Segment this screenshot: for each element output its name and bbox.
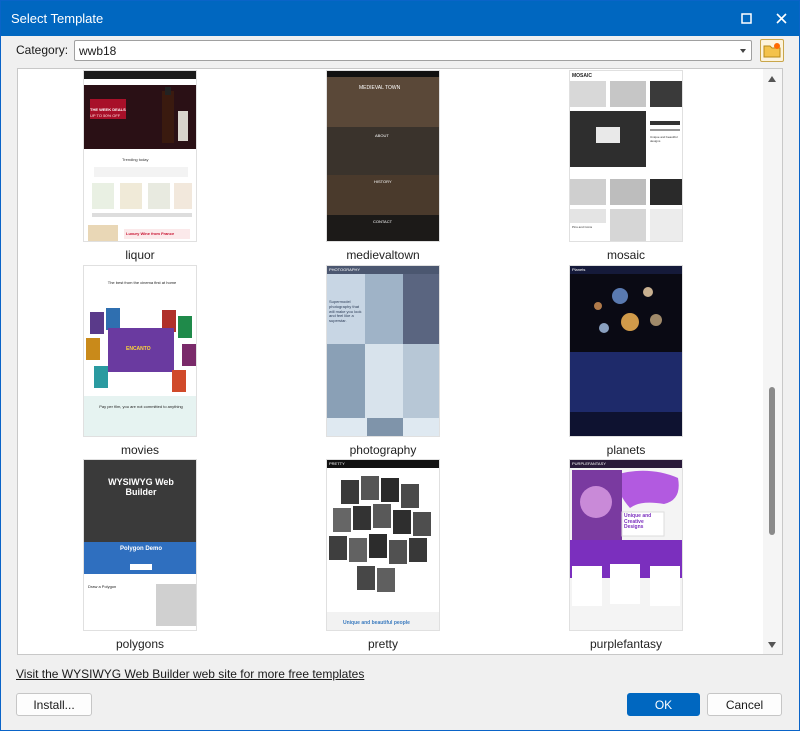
preview-text: THE WEEK DEALS	[90, 107, 126, 112]
template-medievaltown[interactable]: MEDIEVAL TOWN ABOUT HISTORY CONTACT medi…	[293, 70, 473, 265]
preview-text: Trending today	[122, 157, 149, 162]
preview-text: Planets	[572, 267, 586, 272]
template-movies[interactable]: The best from the cinema first at home E…	[50, 265, 230, 460]
preview-text: ABOUT	[375, 133, 389, 138]
purplefantasy-preview	[570, 460, 682, 630]
template-name: photography	[349, 443, 417, 457]
preview-text: MEDIEVAL TOWN	[359, 85, 401, 91]
preview-text: The best from the cinema first at home	[107, 280, 177, 285]
template-thumbnail: PURPLEFANTASY Unique and Creative Design…	[569, 459, 683, 631]
template-thumbnail: THE WEEK DEALS UP TO 50% OFF Trending to…	[83, 70, 197, 242]
preview-text: Luxury Wine from France	[126, 231, 175, 236]
mosaic-preview	[570, 71, 682, 241]
template-purplefantasy[interactable]: PURPLEFANTASY Unique and Creative Design…	[536, 459, 716, 654]
browse-folder-button[interactable]	[760, 39, 784, 62]
template-thumbnail: WYSIWYG Web Builder Polygon Demo Draw a …	[83, 459, 197, 631]
template-planets[interactable]: Planets planets	[536, 265, 716, 460]
title-bar: Select Template	[1, 1, 799, 36]
website-link[interactable]: Visit the WYSIWYG Web Builder web site f…	[16, 667, 364, 681]
template-thumbnail: Planets	[569, 265, 683, 437]
ok-button[interactable]: OK	[627, 693, 700, 716]
template-thumbnail: The best from the cinema first at home E…	[83, 265, 197, 437]
scroll-thumb[interactable]	[769, 387, 775, 535]
close-button[interactable]	[763, 1, 799, 36]
template-thumbnail: MOSAIC Unique and beautiful designs Pins…	[569, 70, 683, 242]
category-value: wwb18	[79, 44, 117, 58]
template-thumbnail: PHOTOGRAPHY Supermodel photography that …	[326, 265, 440, 437]
template-gallery[interactable]: THE WEEK DEALS UP TO 50% OFF Trending to…	[17, 68, 783, 655]
preview-text: Unique and Creative Designs	[624, 513, 652, 530]
medievaltown-preview	[327, 71, 439, 241]
pretty-preview	[327, 460, 439, 630]
template-name: medievaltown	[346, 248, 420, 262]
planets-preview	[570, 266, 682, 436]
vertical-scrollbar[interactable]	[763, 69, 782, 654]
maximize-button[interactable]	[728, 1, 764, 36]
cancel-button[interactable]: Cancel	[707, 693, 782, 716]
close-icon	[775, 13, 787, 24]
scroll-down-icon[interactable]	[768, 642, 776, 648]
preview-text: UP TO 50% OFF	[90, 113, 121, 118]
preview-text: ENCANTO	[126, 346, 151, 352]
preview-text: Supermodel photography that will make yo…	[329, 299, 362, 324]
template-mosaic[interactable]: MOSAIC Unique and beautiful designs Pins…	[536, 70, 716, 265]
window-title: Select Template	[11, 11, 104, 26]
preview-text: PHOTOGRAPHY	[329, 267, 361, 272]
template-thumbnail: PRETTY Unique and beautiful people	[326, 459, 440, 631]
preview-text: Unique and beautiful people	[343, 620, 410, 626]
template-name: liquor	[125, 248, 155, 262]
template-liquor[interactable]: THE WEEK DEALS UP TO 50% OFF Trending to…	[50, 70, 230, 265]
template-name: movies	[120, 443, 159, 457]
template-photography[interactable]: PHOTOGRAPHY Supermodel photography that …	[293, 265, 473, 460]
photography-preview	[327, 266, 439, 436]
preview-text: PRETTY	[329, 461, 345, 466]
chevron-down-icon	[740, 49, 746, 53]
template-name: pretty	[367, 637, 398, 651]
preview-text: WYSIWYG Web Builder	[108, 477, 174, 497]
preview-text: Pay per film, you are not committed to a…	[99, 404, 183, 409]
preview-text: Polygon Demo	[120, 546, 163, 552]
preview-text: HISTORY	[374, 179, 392, 184]
preview-text: Unique and beautiful designs	[650, 135, 678, 143]
template-name: polygons	[115, 637, 165, 651]
preview-text: Pins and Coins	[572, 225, 593, 229]
template-name: mosaic	[606, 248, 645, 262]
maximize-icon	[740, 13, 752, 24]
folder-icon	[763, 43, 781, 58]
preview-text: Draw a Polygon	[88, 584, 117, 589]
template-thumbnail: MEDIEVAL TOWN ABOUT HISTORY CONTACT	[326, 70, 440, 242]
template-name: planets	[606, 443, 646, 457]
preview-text: MOSAIC	[572, 73, 592, 79]
category-select[interactable]: wwb18	[74, 40, 752, 61]
select-template-dialog: Select Template Category: wwb18 THE WEEK…	[0, 0, 800, 731]
preview-text: PURPLEFANTASY	[572, 461, 606, 466]
template-polygons[interactable]: WYSIWYG Web Builder Polygon Demo Draw a …	[50, 459, 230, 654]
scroll-up-icon[interactable]	[768, 76, 776, 82]
category-label: Category:	[16, 43, 69, 57]
preview-text: CONTACT	[373, 219, 393, 224]
install-button[interactable]: Install...	[16, 693, 92, 716]
template-name: purplefantasy	[589, 637, 663, 651]
template-pretty[interactable]: PRETTY Unique and beautiful people prett…	[293, 459, 473, 654]
